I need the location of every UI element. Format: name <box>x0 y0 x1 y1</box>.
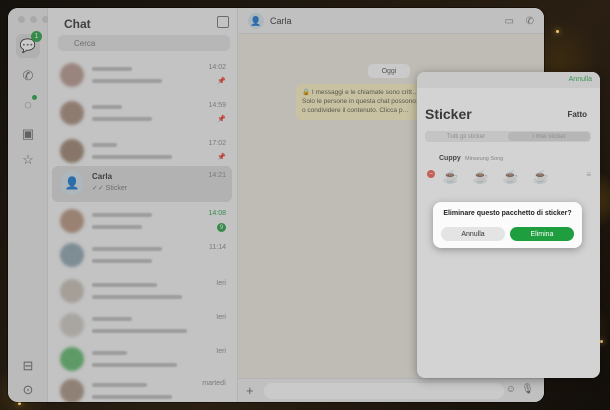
dialog-message: Eliminare questo pacchetto di sticker? <box>443 210 572 217</box>
sparkle <box>556 30 559 33</box>
cancel-button[interactable]: Annulla <box>441 227 505 241</box>
sparkle <box>600 340 603 343</box>
delete-sticker-pack-dialog: Eliminare questo pacchetto di sticker? A… <box>433 202 582 248</box>
delete-button[interactable]: Elimina <box>510 227 574 241</box>
sparkle <box>18 402 21 405</box>
